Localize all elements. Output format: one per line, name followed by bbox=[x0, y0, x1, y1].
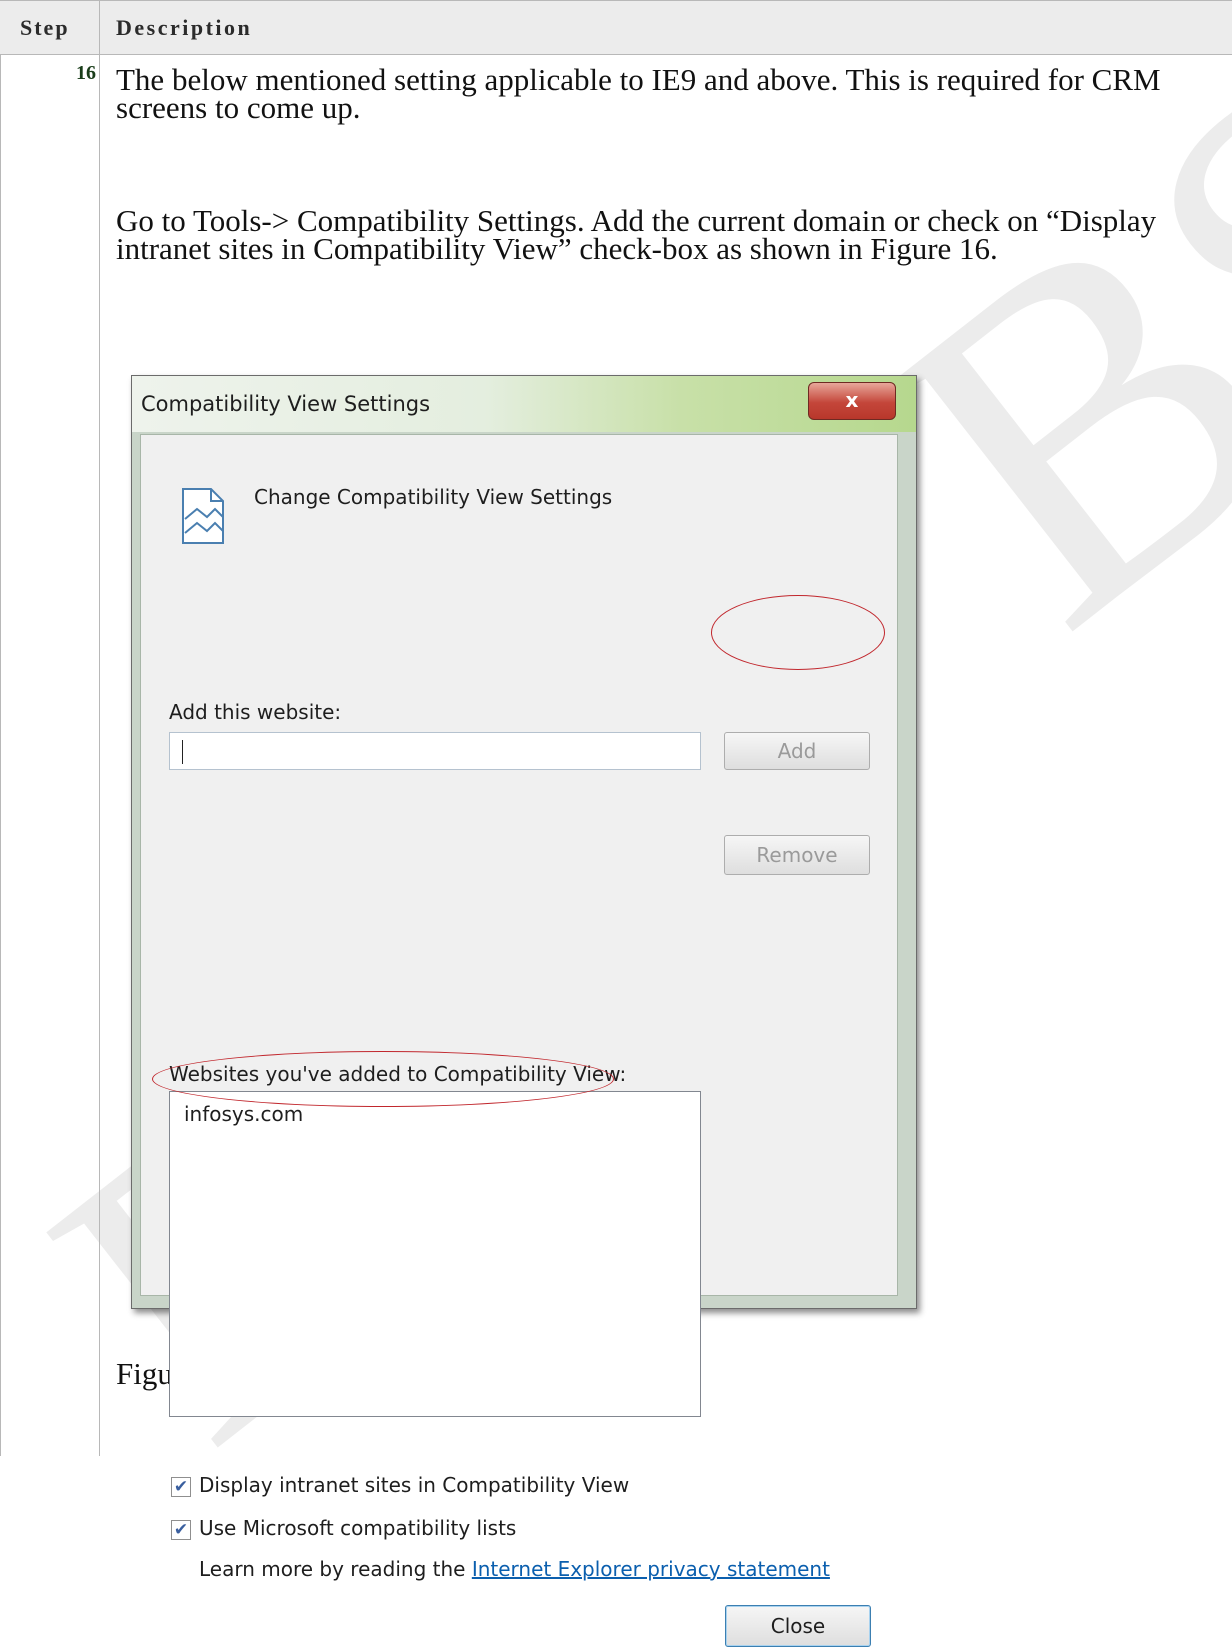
ms-lists-checkbox-label[interactable]: Use Microsoft compatibility lists bbox=[199, 1516, 516, 1540]
table-left-border bbox=[0, 0, 1, 1456]
header-description: Description bbox=[116, 15, 253, 40]
dialog-close-x-button[interactable]: x bbox=[808, 382, 896, 420]
dialog-titlebar: Compatibility View Settings x bbox=[132, 376, 916, 432]
step-paragraph-1: The below mentioned setting applicable t… bbox=[116, 62, 1161, 125]
list-item[interactable]: infosys.com bbox=[184, 1102, 303, 1126]
header-step: Step bbox=[0, 1, 100, 55]
ms-lists-checkbox[interactable]: ✔ bbox=[171, 1520, 191, 1540]
add-button[interactable]: Add bbox=[724, 732, 870, 770]
remove-button[interactable]: Remove bbox=[724, 835, 870, 875]
step-paragraph-2: Go to Tools-> Compatibility Settings. Ad… bbox=[116, 203, 1157, 266]
compatibility-view-dialog: Compatibility View Settings x Change Com… bbox=[131, 375, 917, 1647]
added-sites-list[interactable]: infosys.com bbox=[169, 1091, 701, 1417]
dialog-heading: Change Compatibility View Settings bbox=[254, 485, 613, 509]
learn-more-text: Learn more by reading the Internet Explo… bbox=[199, 1557, 830, 1581]
table-header: Step Description bbox=[0, 0, 1232, 55]
compatibility-document-icon bbox=[182, 488, 224, 544]
step-number: 16 bbox=[76, 62, 96, 84]
dialog-body: Change Compatibility View Settings Add t… bbox=[140, 434, 898, 1647]
intranet-checkbox[interactable]: ✔ bbox=[171, 1477, 191, 1497]
text-caret bbox=[182, 740, 183, 764]
add-site-label: Add this website: bbox=[169, 700, 342, 724]
annotation-ellipse-checkbox bbox=[152, 1051, 614, 1107]
column-divider bbox=[99, 55, 100, 1456]
dialog-title: Compatibility View Settings bbox=[141, 392, 431, 416]
intranet-checkbox-label[interactable]: Display intranet sites in Compatibility … bbox=[199, 1473, 629, 1497]
annotation-ellipse-add bbox=[711, 595, 885, 670]
add-site-input[interactable] bbox=[169, 732, 701, 770]
close-button[interactable]: Close bbox=[725, 1605, 871, 1647]
learn-more-prefix: Learn more by reading the bbox=[199, 1557, 472, 1581]
privacy-statement-link[interactable]: Internet Explorer privacy statement bbox=[472, 1557, 830, 1581]
